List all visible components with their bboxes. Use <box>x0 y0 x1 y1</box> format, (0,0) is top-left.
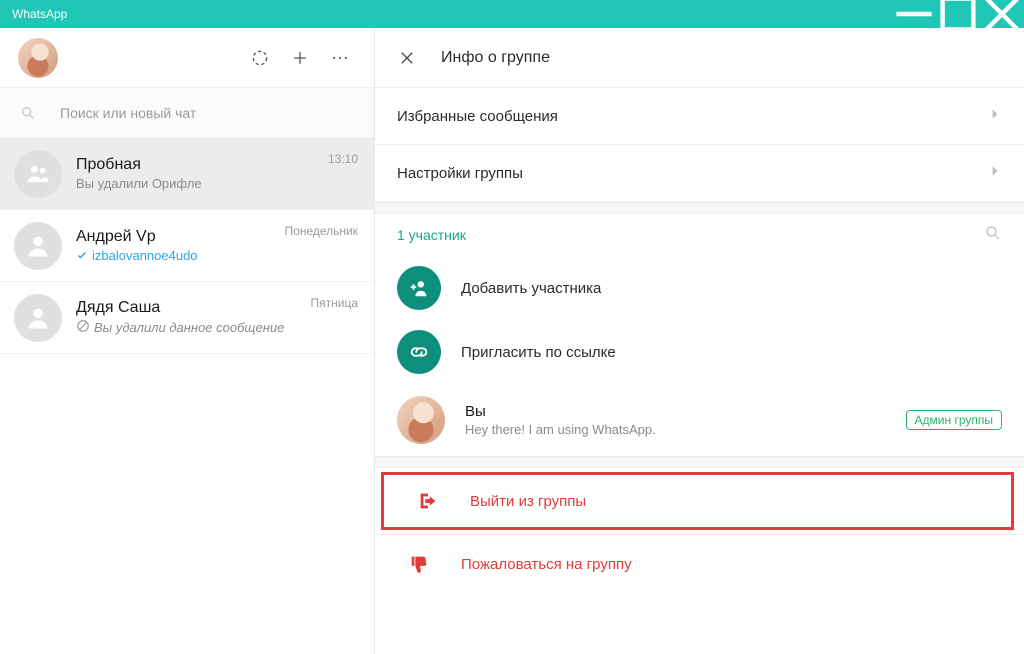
member-row[interactable]: Вы Hey there! I am using WhatsApp. Админ… <box>375 384 1024 456</box>
chat-time: Понедельник <box>285 224 358 238</box>
window-titlebar: WhatsApp <box>0 0 1024 28</box>
new-chat-icon[interactable] <box>280 38 320 78</box>
member-status: Hey there! I am using WhatsApp. <box>465 422 886 437</box>
chat-list: Пробная Вы удалили Орифле 13:10 Андрей V… <box>0 138 374 654</box>
chevron-right-icon <box>988 107 1002 126</box>
search-placeholder: Поиск или новый чат <box>60 105 196 121</box>
section-gap <box>375 202 1024 214</box>
menu-icon[interactable] <box>320 38 360 78</box>
chat-time: 13:10 <box>328 152 358 166</box>
chat-subtitle: izbalovannoe4udo <box>76 248 360 263</box>
exit-icon <box>406 490 450 512</box>
member-avatar <box>397 396 445 444</box>
status-icon[interactable] <box>240 38 280 78</box>
report-group-row[interactable]: Пожаловаться на группу <box>375 535 1024 593</box>
add-person-icon <box>397 266 441 310</box>
add-participant-row[interactable]: Добавить участника <box>375 256 1024 320</box>
chat-item[interactable]: Дядя Саша Вы удалили данное сообщение Пя… <box>0 282 374 354</box>
leave-group-row[interactable]: Выйти из группы <box>381 472 1014 530</box>
chat-title: Пробная <box>76 156 360 174</box>
panel-header: Инфо о группе <box>375 28 1024 88</box>
chat-item[interactable]: Андрей Vp izbalovannoe4udo Понедельник <box>0 210 374 282</box>
participants-header: 1 участник <box>375 214 1024 256</box>
chat-item[interactable]: Пробная Вы удалили Орифле 13:10 <box>0 138 374 210</box>
minimize-button[interactable] <box>892 0 936 28</box>
chat-subtitle: Вы удалили Орифле <box>76 176 360 191</box>
search-input[interactable]: Поиск или новый чат <box>0 88 374 138</box>
close-window-button[interactable] <box>980 0 1024 28</box>
blocked-icon <box>76 319 90 336</box>
member-name: Вы <box>465 403 886 420</box>
search-participants-icon[interactable] <box>984 224 1002 247</box>
admin-badge: Админ группы <box>906 410 1002 430</box>
person-avatar-icon <box>14 294 62 342</box>
thumbs-down-icon <box>397 553 441 575</box>
starred-messages-row[interactable]: Избранные сообщения <box>375 88 1024 145</box>
group-settings-row[interactable]: Настройки группы <box>375 145 1024 202</box>
chat-subtitle: Вы удалили данное сообщение <box>76 319 360 336</box>
panel-title: Инфо о группе <box>441 49 550 67</box>
sidebar-header <box>0 28 374 88</box>
invite-link-row[interactable]: Пригласить по ссылке <box>375 320 1024 384</box>
search-icon <box>16 105 40 121</box>
profile-avatar[interactable] <box>18 38 58 78</box>
chevron-right-icon <box>988 164 1002 183</box>
check-icon <box>76 250 88 262</box>
info-panel: Инфо о группе Избранные сообщения Настро… <box>375 28 1024 654</box>
group-avatar-icon <box>14 150 62 198</box>
window-title: WhatsApp <box>12 7 67 21</box>
close-icon[interactable] <box>397 48 417 68</box>
chat-time: Пятница <box>311 296 359 310</box>
section-gap <box>375 456 1024 468</box>
person-avatar-icon <box>14 222 62 270</box>
window-controls <box>892 0 1024 28</box>
sidebar: Поиск или новый чат Пробная Вы удалили О… <box>0 28 375 654</box>
link-icon <box>397 330 441 374</box>
maximize-button[interactable] <box>936 0 980 28</box>
participants-count: 1 участник <box>397 227 466 243</box>
